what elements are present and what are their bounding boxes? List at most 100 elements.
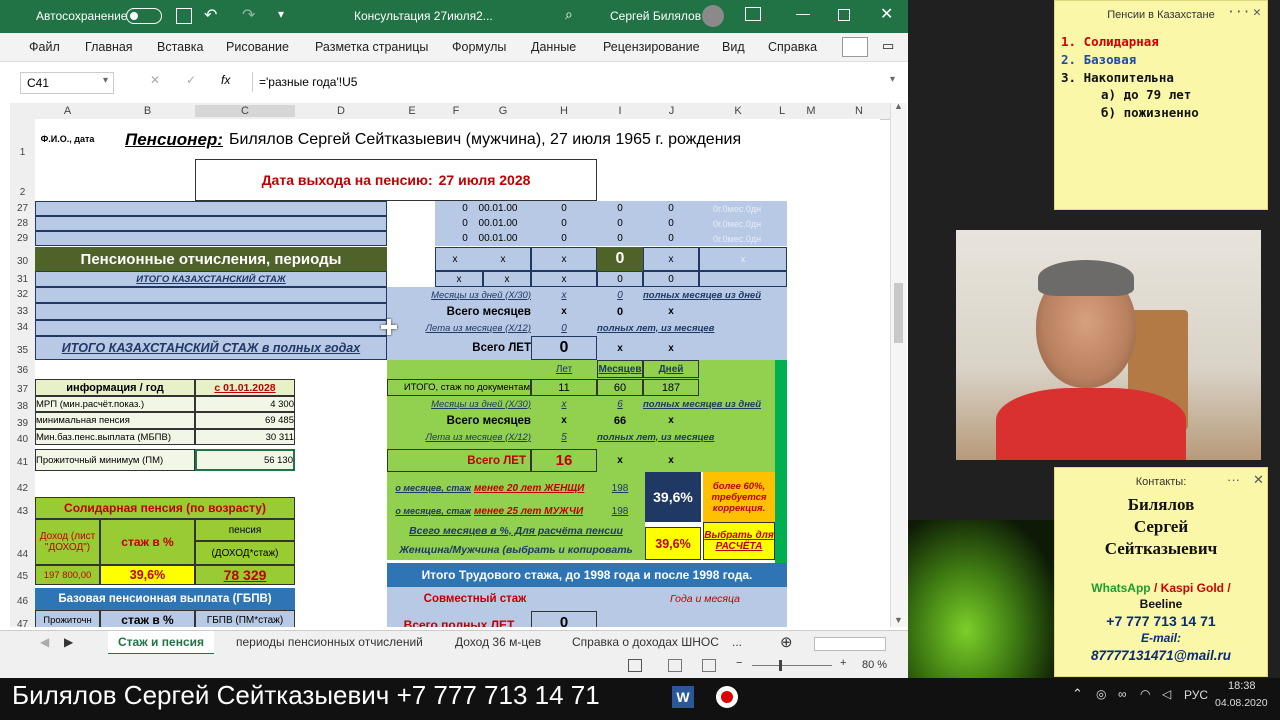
r38-h[interactable]: x — [531, 396, 597, 412]
base-payout-title[interactable]: Базовая пенсионная выплата (ГБПВ) — [35, 588, 295, 610]
doc-total[interactable]: ИТОГО, стаж по документам — [387, 379, 531, 396]
cell-a1[interactable]: Ф.И.О., дата — [35, 119, 100, 159]
row-27-left[interactable] — [35, 201, 387, 216]
r34-h[interactable]: 0 — [531, 320, 597, 336]
row-36[interactable]: 36 — [10, 365, 35, 376]
r39-i[interactable]: 66 — [597, 412, 643, 429]
undo-icon[interactable]: ↶ — [204, 5, 217, 25]
col-c[interactable]: C — [195, 105, 295, 117]
r41-i[interactable]: x — [597, 449, 643, 472]
tab-review[interactable]: Рецензирование — [603, 40, 700, 54]
minimize-icon[interactable]: — — [796, 5, 810, 21]
zoom-slider-thumb[interactable] — [779, 660, 782, 671]
r31-f[interactable]: x — [435, 271, 483, 287]
r31-g[interactable]: x — [483, 271, 531, 287]
r28-i[interactable]: 0 — [597, 216, 643, 231]
r47-h[interactable]: 0 — [531, 611, 597, 627]
record-icon[interactable] — [716, 686, 738, 708]
row-32[interactable]: 32 — [10, 289, 35, 300]
r27-g[interactable]: 00.01.00 — [475, 201, 521, 216]
tab-home[interactable]: Главная — [85, 40, 133, 54]
r29-i[interactable]: 0 — [597, 231, 643, 246]
enter-icon[interactable]: ✓ — [186, 73, 196, 87]
r30-f[interactable]: x — [435, 247, 475, 271]
r27-h[interactable]: 0 — [531, 201, 597, 216]
tab-more[interactable]: ... — [732, 635, 742, 649]
r41-h[interactable]: 16 — [531, 449, 597, 472]
r43-i[interactable]: 198 — [597, 502, 643, 520]
tab-view[interactable]: Вид — [722, 40, 745, 54]
row-47[interactable]: 47 — [10, 619, 35, 630]
redo-icon[interactable]: ↷ — [242, 5, 255, 25]
months-from-days[interactable]: Месяцы из дней (Х/30) — [387, 287, 531, 303]
col-k[interactable]: K — [700, 105, 776, 117]
row-41[interactable]: 41 — [10, 457, 35, 468]
r30-j[interactable]: x — [643, 247, 699, 271]
col-e[interactable]: E — [387, 105, 437, 117]
r33-i[interactable]: 0 — [597, 303, 643, 320]
full-years-months-2[interactable]: полных лет, из месяцев — [597, 429, 787, 445]
r29-g[interactable]: 00.01.00 — [475, 231, 521, 246]
tray-chevron-up-icon[interactable]: ⌃ — [1072, 686, 1083, 702]
next-sheet-icon[interactable]: ▶ — [64, 635, 73, 649]
r27-j[interactable]: 0 — [643, 201, 699, 216]
r29-f[interactable]: 0 — [455, 231, 475, 246]
add-sheet-icon[interactable]: ⊕ — [780, 633, 793, 651]
zoom-slider[interactable] — [752, 665, 832, 666]
row-29-left[interactable] — [35, 231, 387, 246]
r33-h[interactable]: x — [531, 303, 597, 320]
retire-date-box[interactable]: Дата выхода на пенсию: 27 июля 2028 — [195, 159, 597, 201]
years-from-months[interactable]: Лета из месяцев (Х/12) — [387, 320, 531, 336]
r39-h[interactable]: x — [531, 412, 597, 429]
note-close-icon[interactable]: ✕ — [1253, 472, 1264, 488]
row-33[interactable]: 33 — [10, 306, 35, 317]
zoom-out-icon[interactable]: − — [736, 657, 742, 669]
normal-view-icon[interactable] — [628, 659, 642, 672]
all-months-pct[interactable]: Всего месяцев в %, Для расчёта пенсии — [387, 522, 645, 540]
sticky-note-pensions[interactable]: Пенсии в Казахстане ··· ✕ 1. Солидарная … — [1054, 0, 1268, 210]
min-pension-label[interactable]: минимальная пенсия — [35, 412, 195, 429]
r33-j[interactable]: x — [643, 303, 699, 320]
tab-draw[interactable]: Рисование — [226, 40, 289, 54]
col-m[interactable]: M — [788, 105, 834, 117]
total-full-years[interactable]: Всего полных ЛЕТ — [387, 615, 531, 627]
full-years-months[interactable]: полных лет, из месяцев — [597, 320, 787, 336]
choose-for-calc[interactable]: Выбрать для РАСЧЁТА — [703, 522, 775, 560]
link-icon[interactable]: ∞ — [1118, 687, 1127, 701]
min-pension-val[interactable]: 69 485 — [195, 412, 295, 429]
row-35[interactable]: 35 — [10, 345, 35, 356]
network-warning-icon[interactable]: ◎ — [1096, 687, 1106, 701]
r41-j[interactable]: x — [643, 449, 699, 472]
mbpv-val[interactable]: 30 311 — [195, 429, 295, 445]
wifi-icon[interactable]: ◠ — [1140, 687, 1150, 701]
stazh-pct-hdr[interactable]: стаж в % — [100, 519, 195, 565]
work-total[interactable]: Итого Трудового стажа, до 1998 года и по… — [387, 563, 787, 587]
row-38[interactable]: 38 — [10, 401, 35, 412]
joint-stazh[interactable]: Совместный стаж — [387, 589, 563, 609]
row-46[interactable]: 46 — [10, 596, 35, 607]
tab-stazh-pension[interactable]: Стаж и пенсия — [108, 631, 214, 655]
pension-label[interactable]: пенсия — [195, 519, 295, 541]
r30-h[interactable]: x — [531, 247, 597, 271]
years-hdr[interactable]: Лет — [531, 360, 597, 378]
r35-j[interactable]: x — [643, 336, 699, 360]
save-icon[interactable] — [176, 8, 192, 24]
maximize-icon[interactable] — [838, 9, 850, 21]
expand-formula-icon[interactable]: ▾ — [890, 74, 895, 85]
word-icon[interactable]: W — [672, 686, 694, 708]
total-years-2[interactable]: Всего ЛЕТ — [387, 449, 531, 472]
r37-j[interactable]: 187 — [643, 379, 699, 396]
row-28[interactable]: 28 — [10, 218, 35, 229]
function-icon[interactable]: fx — [221, 73, 230, 87]
col-b[interactable]: B — [100, 105, 195, 117]
r28-k[interactable]: 0г.0мес.0дн — [699, 216, 775, 231]
formula-input[interactable]: ='разные года'!U5 ▾ — [252, 72, 901, 92]
kz-total[interactable]: ИТОГО КАЗАХСТАНСКИЙ СТАЖ — [35, 271, 387, 287]
zoom-in-icon[interactable]: + — [840, 657, 846, 669]
r39-j[interactable]: x — [643, 412, 699, 429]
row-30[interactable]: 30 — [10, 256, 35, 267]
gbpv[interactable]: ГБПВ (ПМ*стаж) — [195, 610, 295, 627]
close-icon[interactable]: ✕ — [880, 4, 893, 24]
prev-sheet-icon[interactable]: ◀ — [40, 635, 49, 649]
col-i[interactable]: I — [597, 105, 643, 117]
